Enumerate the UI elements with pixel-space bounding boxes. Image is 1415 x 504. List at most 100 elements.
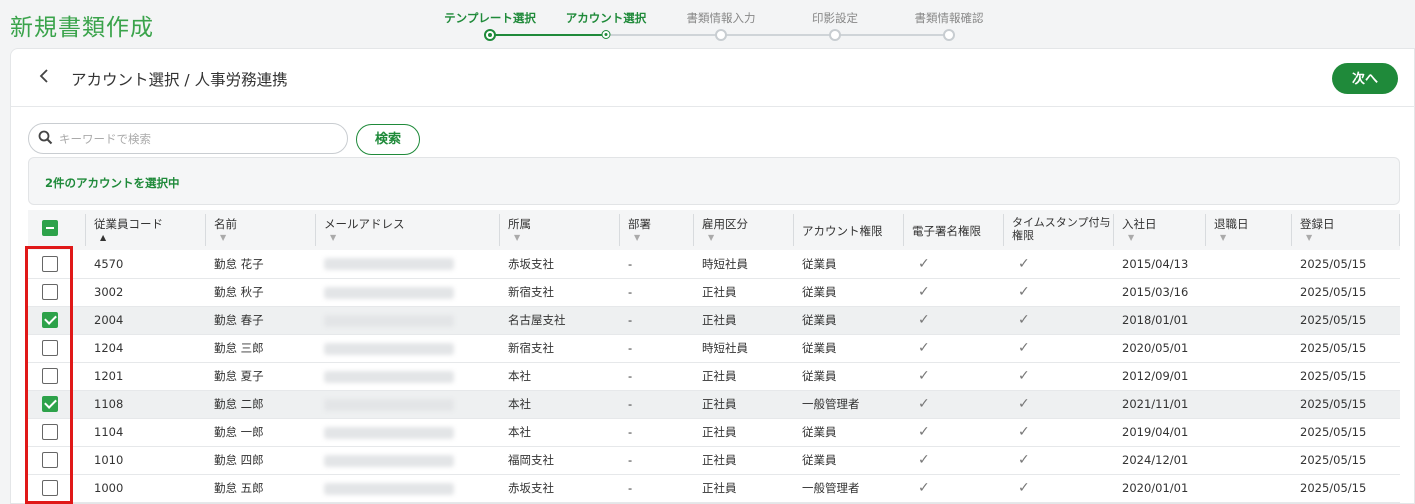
table-row[interactable]: 1000 勤怠 五郎 赤坂支社 - 正社員 一般管理者 ✓ ✓ 2020/01/01 2025/0… xyxy=(28,474,1400,503)
cell-timestamp: ✓ xyxy=(1004,278,1114,307)
top-bar: 新規書類作成 テンプレート選択 アカウント選択 書類情報入力 印影設定 書類情報… xyxy=(0,0,1415,48)
column-header[interactable]: 所属 ▼ xyxy=(500,210,620,250)
row-checkbox[interactable] xyxy=(42,284,58,300)
row-checkbox[interactable] xyxy=(42,368,58,384)
step-label-seal: 印影設定 xyxy=(812,11,858,25)
row-checkbox[interactable] xyxy=(42,424,58,440)
cell-esign: ✓ xyxy=(904,334,1004,363)
search-button[interactable]: 検索 xyxy=(356,124,420,155)
column-header[interactable]: 退職日 ▼ xyxy=(1206,210,1292,250)
cell-org: 本社 xyxy=(500,362,620,391)
column-header[interactable]: メールアドレス ▼ xyxy=(316,210,500,250)
redacted-email xyxy=(324,482,454,495)
table-row[interactable]: 1204 勤怠 三郎 新宿支社 - 時短社員 従業員 ✓ ✓ 2020/05/01 2025/05… xyxy=(28,334,1400,363)
cell-org: 福岡支社 xyxy=(500,446,620,475)
cell-dept: - xyxy=(620,362,694,391)
cell-role: 一般管理者 xyxy=(794,474,904,503)
cell-retired xyxy=(1206,334,1292,363)
row-select-cell xyxy=(28,390,86,419)
cell-role: 従業員 xyxy=(794,306,904,335)
cell-timestamp: ✓ xyxy=(1004,474,1114,503)
table-row[interactable]: 1104 勤怠 一郎 本社 - 正社員 従業員 ✓ ✓ 2019/04/01 2025/05/15 xyxy=(28,418,1400,447)
table-row[interactable]: 1108 勤怠 二郎 本社 - 正社員 一般管理者 ✓ ✓ 2021/11/01 2025/05/… xyxy=(28,390,1400,419)
check-icon: ✓ xyxy=(918,396,930,412)
cell-org: 赤坂支社 xyxy=(500,474,620,503)
column-header[interactable]: 部署 ▼ xyxy=(620,210,694,250)
redacted-email xyxy=(324,454,454,467)
cell-registered: 2025/05/15 xyxy=(1292,306,1400,335)
step-label-document-info: 書類情報入力 xyxy=(686,11,756,25)
row-checkbox[interactable] xyxy=(42,312,58,328)
check-icon: ✓ xyxy=(1018,452,1030,468)
cell-esign: ✓ xyxy=(904,418,1004,447)
cell-esign: ✓ xyxy=(904,362,1004,391)
chevron-left-icon[interactable] xyxy=(39,68,51,87)
stepper-line-done xyxy=(490,34,605,36)
table-row[interactable]: 1010 勤怠 四郎 福岡支社 - 正社員 従業員 ✓ ✓ 2024/12/01 2025/05/… xyxy=(28,446,1400,475)
cell-dept: - xyxy=(620,306,694,335)
check-icon: ✓ xyxy=(1018,480,1030,496)
row-checkbox[interactable] xyxy=(42,480,58,496)
cell-org: 新宿支社 xyxy=(500,278,620,307)
redacted-email xyxy=(324,314,454,327)
row-checkbox[interactable] xyxy=(42,340,58,356)
cell-registered: 2025/05/15 xyxy=(1292,446,1400,475)
column-header: タイムスタンプ付与権限 xyxy=(1004,210,1114,250)
column-header[interactable]: 名前 ▼ xyxy=(206,210,316,250)
cell-code: 2004 xyxy=(86,306,206,335)
cell-org: 新宿支社 xyxy=(500,334,620,363)
redacted-email xyxy=(324,398,454,411)
row-select-cell xyxy=(28,278,86,307)
selection-status-bar: 2件のアカウントを選択中 xyxy=(28,157,1400,205)
row-checkbox[interactable] xyxy=(42,255,58,272)
cell-dept: - xyxy=(620,278,694,307)
account-select-card: アカウント選択 / 人事労務連携 次へ 検索 2件のアカウントを選択中 従業員コ… xyxy=(10,48,1415,504)
row-select-cell xyxy=(28,306,86,335)
cell-esign: ✓ xyxy=(904,278,1004,307)
cell-joined: 2020/01/01 xyxy=(1114,474,1206,503)
column-header[interactable]: 登録日 ▼ xyxy=(1292,210,1400,250)
cell-dept: - xyxy=(620,418,694,447)
cell-code: 1204 xyxy=(86,334,206,363)
column-header[interactable]: 従業員コード ▲ xyxy=(86,210,206,250)
step-dot-seal xyxy=(829,29,841,41)
table-row[interactable]: 2004 勤怠 春子 名古屋支社 - 正社員 従業員 ✓ ✓ 2018/01/01 2025/05… xyxy=(28,306,1400,335)
table-row[interactable]: 3002 勤怠 秋子 新宿支社 - 正社員 従業員 ✓ ✓ 2015/03/16 2025/05/… xyxy=(28,278,1400,307)
cell-name: 勤怠 四郎 xyxy=(206,446,316,475)
cell-joined: 2024/12/01 xyxy=(1114,446,1206,475)
search-input[interactable] xyxy=(59,129,339,149)
cell-code: 4570 xyxy=(86,250,206,279)
table-row[interactable]: 4570 勤怠 花子 赤坂支社 - 時短社員 従業員 ✓ ✓ 2015/04/13 2025/05… xyxy=(28,250,1400,279)
cell-employment-type: 正社員 xyxy=(694,474,794,503)
cell-retired xyxy=(1206,362,1292,391)
row-checkbox[interactable] xyxy=(42,396,58,412)
cell-retired xyxy=(1206,278,1292,307)
cell-registered: 2025/05/15 xyxy=(1292,418,1400,447)
cell-code: 1000 xyxy=(86,474,206,503)
cell-esign: ✓ xyxy=(904,250,1004,279)
cell-retired xyxy=(1206,446,1292,475)
cell-name: 勤怠 三郎 xyxy=(206,334,316,363)
search-field[interactable] xyxy=(28,123,348,154)
cell-joined: 2018/01/01 xyxy=(1114,306,1206,335)
column-header[interactable]: 雇用区分 ▼ xyxy=(694,210,794,250)
table-header-row: 従業員コード ▲ 名前 ▼ メールアドレス ▼ 所属 ▼ 部署 ▼ 雇用区分 ▼ アカウント… xyxy=(28,210,1400,250)
row-select-cell xyxy=(28,446,86,475)
select-all-header xyxy=(28,210,86,250)
page-title: 新規書類作成 xyxy=(10,15,154,41)
cell-timestamp: ✓ xyxy=(1004,446,1114,475)
redacted-email xyxy=(324,370,454,383)
step-dot-account xyxy=(601,30,611,39)
cell-role: 従業員 xyxy=(794,278,904,307)
cell-name: 勤怠 一郎 xyxy=(206,418,316,447)
column-header[interactable]: 入社日 ▼ xyxy=(1114,210,1206,250)
column-header: アカウント権限 xyxy=(794,210,904,250)
cell-employment-type: 正社員 xyxy=(694,390,794,419)
select-all-checkbox[interactable] xyxy=(42,220,58,236)
cell-timestamp: ✓ xyxy=(1004,306,1114,335)
row-checkbox[interactable] xyxy=(42,452,58,468)
next-button[interactable]: 次へ xyxy=(1332,63,1398,94)
redacted-email xyxy=(324,286,454,299)
table-row[interactable]: 1201 勤怠 夏子 本社 - 正社員 従業員 ✓ ✓ 2012/09/01 2025/05/15 xyxy=(28,362,1400,391)
check-icon: ✓ xyxy=(1018,312,1030,328)
